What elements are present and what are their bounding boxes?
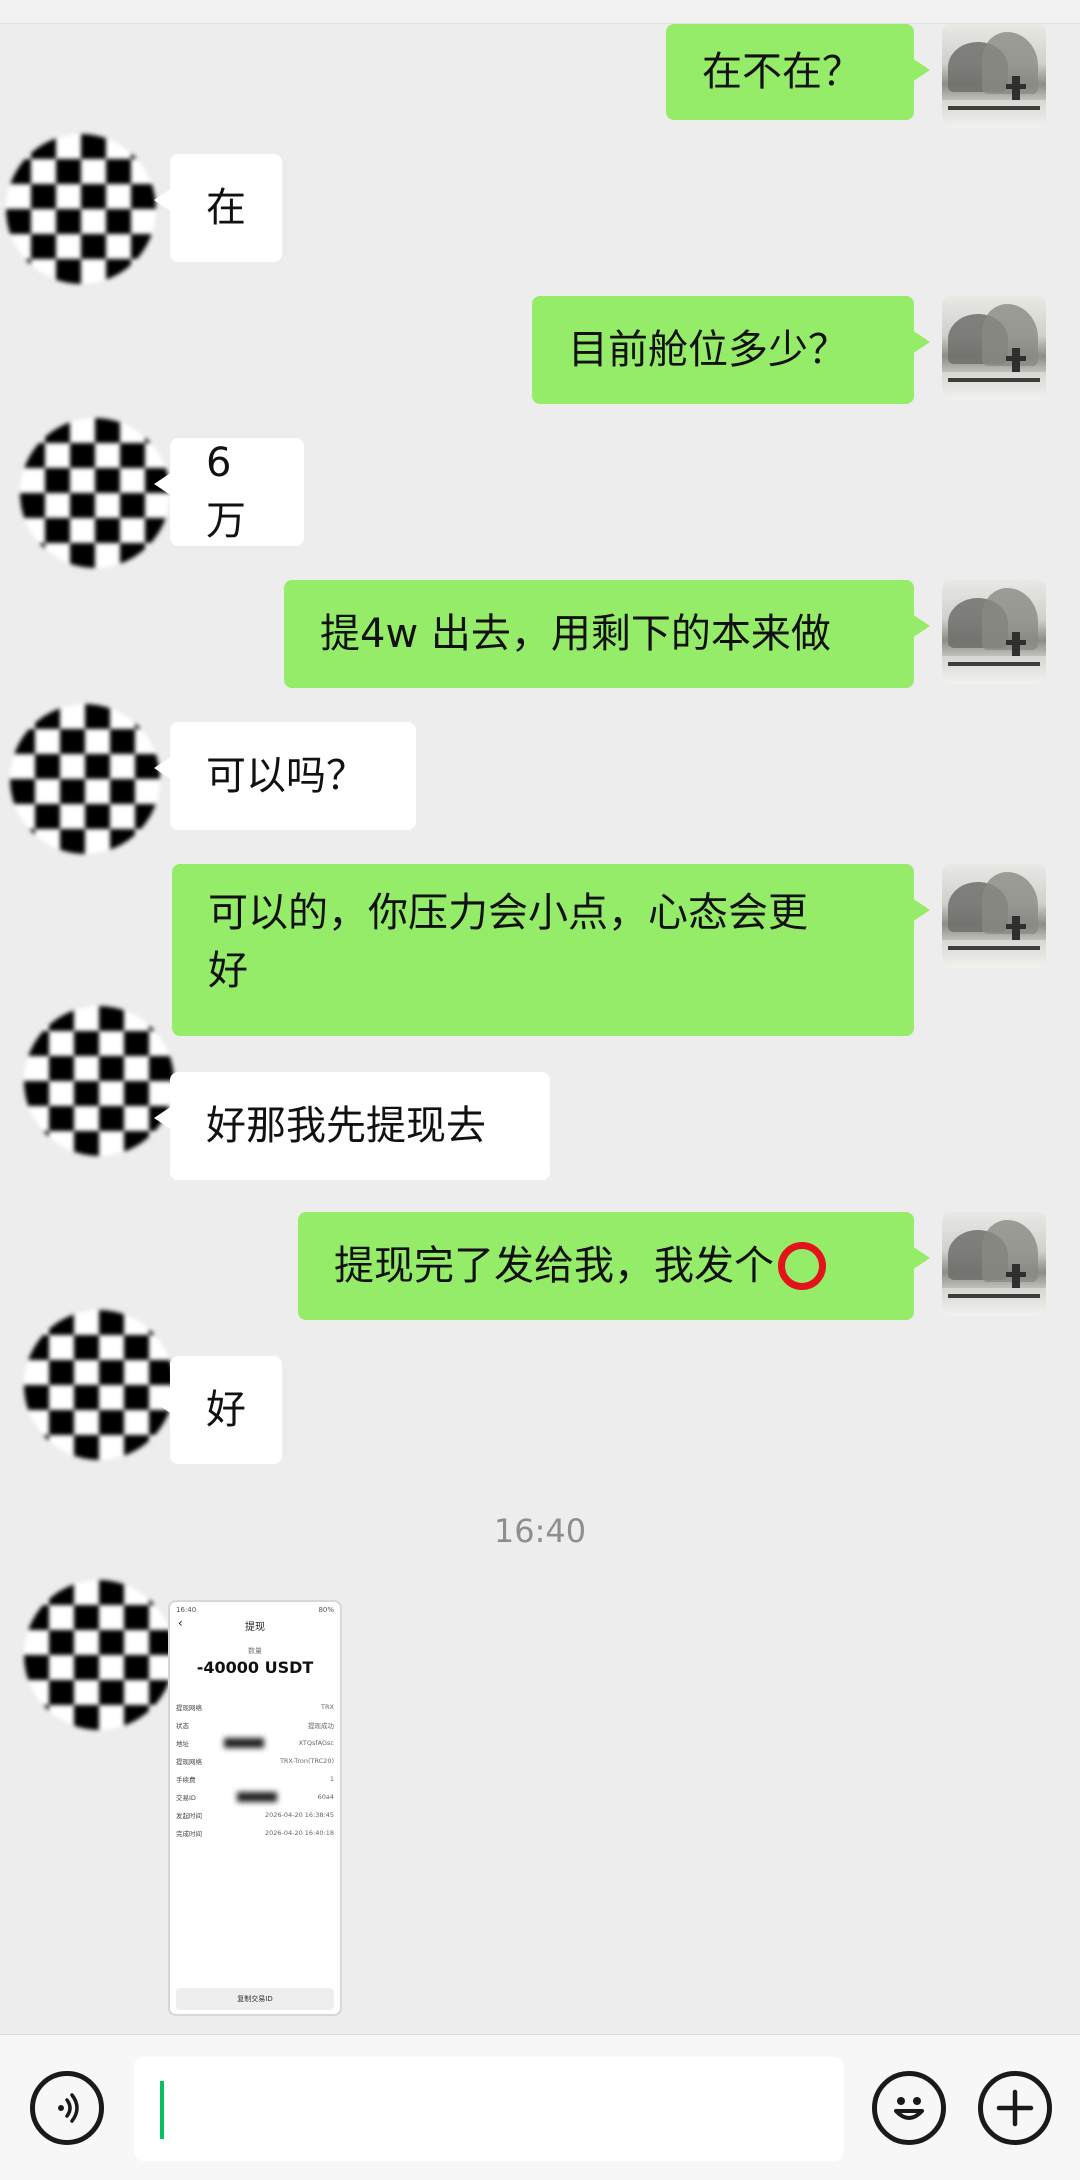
message-text: 6万 <box>206 440 246 544</box>
message-text: 提4w 出去，用剩下的本来做 <box>320 611 831 657</box>
message-text: 在不在？ <box>702 49 862 95</box>
message-text: 提现完了发给我，我发个 <box>334 1243 774 1289</box>
plus-button[interactable] <box>978 2071 1052 2145</box>
message-text: 好 <box>206 1387 246 1433</box>
message-text: 可以吗？ <box>206 753 366 799</box>
screenshot-image-message[interactable]: 16:40 80% ‹ 提现 数量 -40000 USDT 提现网络 TRX 状态… <box>168 1600 342 2016</box>
message-bubble-self[interactable]: 在不在？ <box>666 24 930 120</box>
text-caret <box>160 2081 164 2139</box>
detail-row: 提现网络 TRX-Tron(TRC20) <box>176 1757 334 1766</box>
mini-status-bar: 16:40 80% <box>176 1606 334 1614</box>
message-bubble-other[interactable]: 好那我先提现去 <box>154 1072 550 1180</box>
chat-area: 在不在？ 在 目前舱位多少？ 6万 提4w 出去，用剩下的本来做 可以吗？ 可以… <box>0 0 1080 2034</box>
input-bar <box>0 2034 1080 2180</box>
voice-button[interactable] <box>30 2071 104 2145</box>
mini-nav-title: 提现 <box>245 1622 265 1633</box>
red-circle-icon <box>778 1242 826 1290</box>
plus-icon <box>996 2089 1034 2127</box>
redaction <box>236 1792 277 1802</box>
detail-row: 完成时间 2026-04-20 16:40:18 <box>176 1829 334 1838</box>
detail-row: 状态 提现成功 <box>176 1722 334 1730</box>
message-bubble-self[interactable]: 提现完了发给我，我发个 <box>298 1212 930 1320</box>
self-avatar[interactable] <box>942 864 1046 968</box>
message-bubble-other[interactable]: 在 <box>154 154 282 262</box>
detail-row: 地址 XTQsfAGsc <box>176 1738 334 1748</box>
detail-row: 提现网络 TRX <box>176 1703 334 1712</box>
message-bubble-self[interactable]: 目前舱位多少？ <box>532 296 930 404</box>
message-text: 目前舱位多少？ <box>568 327 848 373</box>
contact-avatar[interactable] <box>24 1006 174 1156</box>
emoji-icon <box>894 2097 924 2120</box>
top-divider <box>0 0 1080 24</box>
amount-label: 数量 <box>248 1647 262 1655</box>
contact-avatar[interactable] <box>24 1580 174 1730</box>
self-avatar[interactable] <box>942 1212 1046 1316</box>
redaction <box>223 1738 264 1748</box>
detail-row: 交易ID 60a4 <box>176 1792 334 1802</box>
self-avatar[interactable] <box>942 296 1046 400</box>
message-bubble-other[interactable]: 6万 <box>154 438 304 546</box>
message-bubble-other[interactable]: 好 <box>154 1356 282 1464</box>
emoji-button[interactable] <box>872 2071 946 2145</box>
voice-icon <box>58 2093 79 2123</box>
message-text: 在 <box>206 185 246 231</box>
self-avatar[interactable] <box>942 580 1046 684</box>
message-timestamp: 16:40 <box>493 1512 587 1550</box>
detail-row: 发起时间 2026-04-20 16:38:45 <box>176 1811 334 1820</box>
contact-avatar[interactable] <box>20 418 170 568</box>
message-bubble-self[interactable]: 提4w 出去，用剩下的本来做 <box>284 580 930 688</box>
message-bubble-other[interactable]: 可以吗？ <box>154 722 416 830</box>
detail-row: 手续费 1 <box>176 1775 334 1784</box>
message-text-line-2: 好 <box>208 948 248 994</box>
contact-avatar[interactable] <box>10 704 160 854</box>
withdraw-amount: -40000 USDT <box>196 1658 314 1677</box>
message-text-line-1: 可以的，你压力会小点，心态会更 <box>208 890 808 936</box>
contact-avatar[interactable] <box>6 134 156 284</box>
detail-rows: 提现网络 TRX 状态 提现成功 地址 XTQsfAGsc 提现网络 TRX-Tron(… <box>176 1698 334 1842</box>
message-text: 好那我先提现去 <box>206 1103 486 1149</box>
copy-txid-button: 复制交易ID <box>176 1988 334 2010</box>
message-bubble-self[interactable]: 可以的，你压力会小点，心态会更 好 <box>172 864 930 1036</box>
contact-avatar[interactable] <box>24 1310 174 1460</box>
message-input[interactable] <box>134 2057 844 2161</box>
self-avatar[interactable] <box>942 24 1046 128</box>
